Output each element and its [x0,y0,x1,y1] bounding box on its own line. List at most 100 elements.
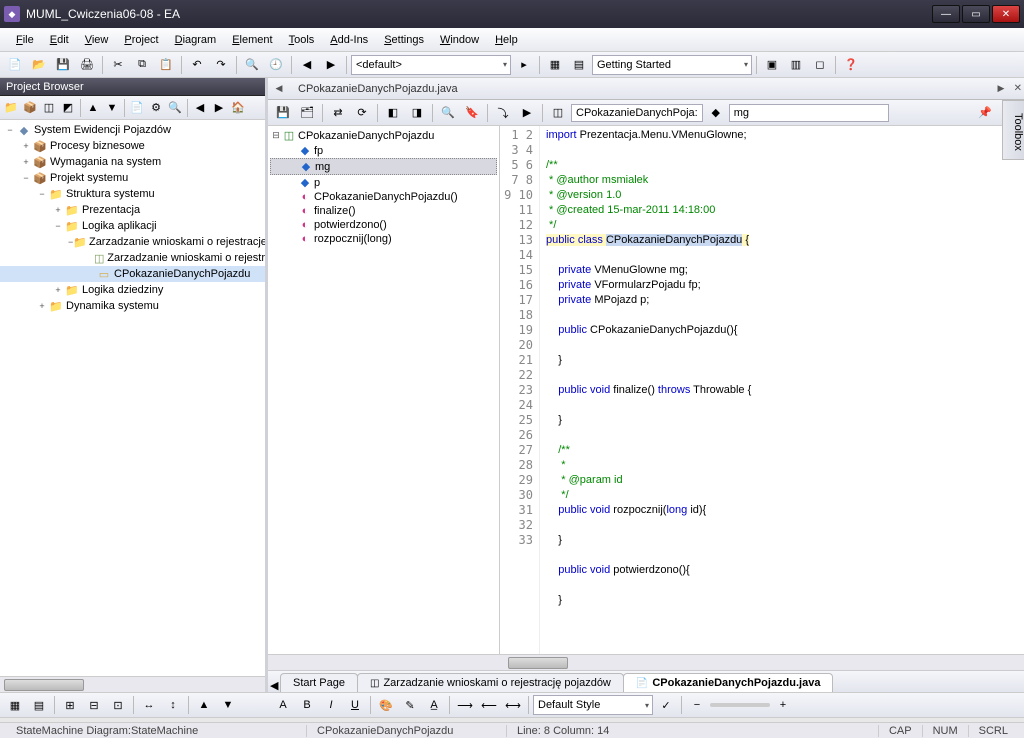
copy-icon[interactable]: ⧉ [131,55,153,75]
save-icon[interactable]: 💾 [52,55,74,75]
pb-fwd-icon[interactable]: ▶ [210,99,228,117]
history-icon[interactable]: 🕘 [265,55,287,75]
code-editor[interactable]: 1 2 3 4 5 6 7 8 9 10 11 12 13 14 15 16 1… [500,126,1024,654]
outline-item[interactable]: ◐rozpocznij(long) [270,232,497,246]
outline-root[interactable]: ⊟◫ CPokazanieDanychPojazdu [270,128,497,143]
close-button[interactable]: ✕ [992,5,1020,23]
tree-node[interactable]: −📦Projekt systemu [0,170,265,186]
dt-fill-icon[interactable]: 🎨 [375,695,397,715]
perspective-add-icon[interactable]: ▸ [513,55,535,75]
view2-icon[interactable]: ▥ [785,55,807,75]
tree-node[interactable]: +📦Procesy biznesowe [0,138,265,154]
forward-icon[interactable]: ▶ [320,55,342,75]
pb-new-icon[interactable]: 📁 [2,99,20,117]
redo-icon[interactable]: ↷ [210,55,232,75]
ct-book-icon[interactable]: 🔖 [461,103,483,123]
pb-doc-icon[interactable]: 📄 [128,99,146,117]
dt-dist2-icon[interactable]: ↕ [162,695,184,715]
menu-window[interactable]: Window [432,32,487,48]
code-scope-class[interactable]: CPokazanieDanychPoja: [571,104,703,122]
style-combo[interactable]: Default Style [533,695,653,715]
minimize-button[interactable]: — [932,5,960,23]
ct-tree-icon[interactable]: ◨ [406,103,428,123]
pb-pkg-icon[interactable]: 📦 [21,99,39,117]
ct-find-icon[interactable]: 🔍 [437,103,459,123]
undo-icon[interactable]: ↶ [186,55,208,75]
open-icon[interactable]: 📂 [28,55,50,75]
ct-run-icon[interactable]: ▶ [516,103,538,123]
outline-item[interactable]: ◆p [270,175,497,190]
view1-icon[interactable]: ▣ [761,55,783,75]
layout1-icon[interactable]: ▦ [544,55,566,75]
dt-align3-icon[interactable]: ⊡ [107,695,129,715]
dt-align2-icon[interactable]: ⊟ [83,695,105,715]
ct-outline-icon[interactable]: ◧ [382,103,404,123]
dt-align1-icon[interactable]: ⊞ [59,695,81,715]
outline-item[interactable]: ◐finalize() [270,204,497,218]
ct-member-icon[interactable]: ◆ [705,103,727,123]
outline-pane[interactable]: ⊟◫ CPokazanieDanychPojazdu ◆fp◆mg◆p◐CPok… [268,126,500,654]
dt-b-icon[interactable]: B [296,695,318,715]
doc-tab[interactable]: 📄CPokazanieDanychPojazdu.java [623,673,834,692]
menu-edit[interactable]: Edit [42,32,77,48]
tabs-prev-icon[interactable]: ◀ [270,679,278,692]
layout2-icon[interactable]: ▤ [568,55,590,75]
tree-node[interactable]: +📦Wymagania na system [0,154,265,170]
tree-node[interactable]: −📁Zarzadzanie wnioskami o rejestracje [0,234,265,250]
maximize-button[interactable]: ▭ [962,5,990,23]
help-icon[interactable]: ❓ [840,55,862,75]
back-icon[interactable]: ◀ [296,55,318,75]
zoom-slider[interactable] [710,703,770,707]
dt-i-icon[interactable]: I [320,695,342,715]
doc-close-icon[interactable]: ✕ [1014,83,1022,94]
view3-icon[interactable]: ◻ [809,55,831,75]
dt-apply-icon[interactable]: ✓ [655,695,677,715]
ct-gen-icon[interactable]: ⇄ [327,103,349,123]
print-icon[interactable]: 🖨 [76,55,98,75]
dt-link1-icon[interactable]: ⟶ [454,695,476,715]
menu-add-ins[interactable]: Add-Ins [322,32,376,48]
tree-node[interactable]: −📁Struktura systemu [0,186,265,202]
search-icon[interactable]: 🔍 [241,55,263,75]
menu-element[interactable]: Element [224,32,280,48]
pb-gen-icon[interactable]: ⚙ [147,99,165,117]
tree-node[interactable]: +📁Logika dziedziny [0,282,265,298]
pb-up-icon[interactable]: ▲ [84,99,102,117]
ct-save-icon[interactable]: 💾 [272,103,294,123]
ct-sync-icon[interactable]: ⟳ [351,103,373,123]
outline-item[interactable]: ◆fp [270,143,497,158]
new-icon[interactable]: 📄 [4,55,26,75]
pb-back-icon[interactable]: ◀ [191,99,209,117]
tree-root[interactable]: −◆ System Ewidencji Pojazdów [0,122,265,138]
ct-step-icon[interactable]: ⤵ [492,103,514,123]
editor-hscroll[interactable] [268,654,1024,670]
dt-zoomin-icon[interactable]: + [772,695,794,715]
pb-find-icon[interactable]: 🔍 [166,99,184,117]
dt-dist1-icon[interactable]: ↔ [138,695,160,715]
doc-tab[interactable]: Start Page [280,673,358,692]
dt-link3-icon[interactable]: ⟷ [502,695,524,715]
dt-snap-icon[interactable]: ▤ [28,695,50,715]
paste-icon[interactable]: 📋 [155,55,177,75]
ct-pin-icon[interactable]: 📌 [974,103,996,123]
menu-diagram[interactable]: Diagram [167,32,225,48]
project-browser-hscroll[interactable] [0,676,265,692]
pb-diag-icon[interactable]: ◫ [40,99,58,117]
tree-node[interactable]: ◫Zarzadzanie wnioskami o rejestr [0,250,265,266]
dt-back-icon[interactable]: ▼ [217,695,239,715]
project-tree[interactable]: −◆ System Ewidencji Pojazdów +📦Procesy b… [0,120,265,676]
code-scope-member[interactable]: mg [729,104,889,122]
menu-file[interactable]: File [8,32,42,48]
menu-view[interactable]: View [77,32,117,48]
dt-u-icon[interactable]: U [344,695,366,715]
pb-home-icon[interactable]: 🏠 [229,99,247,117]
tree-node[interactable]: ▭CPokazanieDanychPojazdu [0,266,265,282]
toolbox-tab[interactable]: Toolbox [1002,100,1024,160]
pb-elem-icon[interactable]: ◩ [59,99,77,117]
outline-item[interactable]: ◆mg [270,158,497,175]
dt-zoomout-icon[interactable]: − [686,695,708,715]
dt-front-icon[interactable]: ▲ [193,695,215,715]
dt-grid-icon[interactable]: ▦ [4,695,26,715]
perspective-combo[interactable]: <default> [351,55,511,75]
menu-help[interactable]: Help [487,32,526,48]
